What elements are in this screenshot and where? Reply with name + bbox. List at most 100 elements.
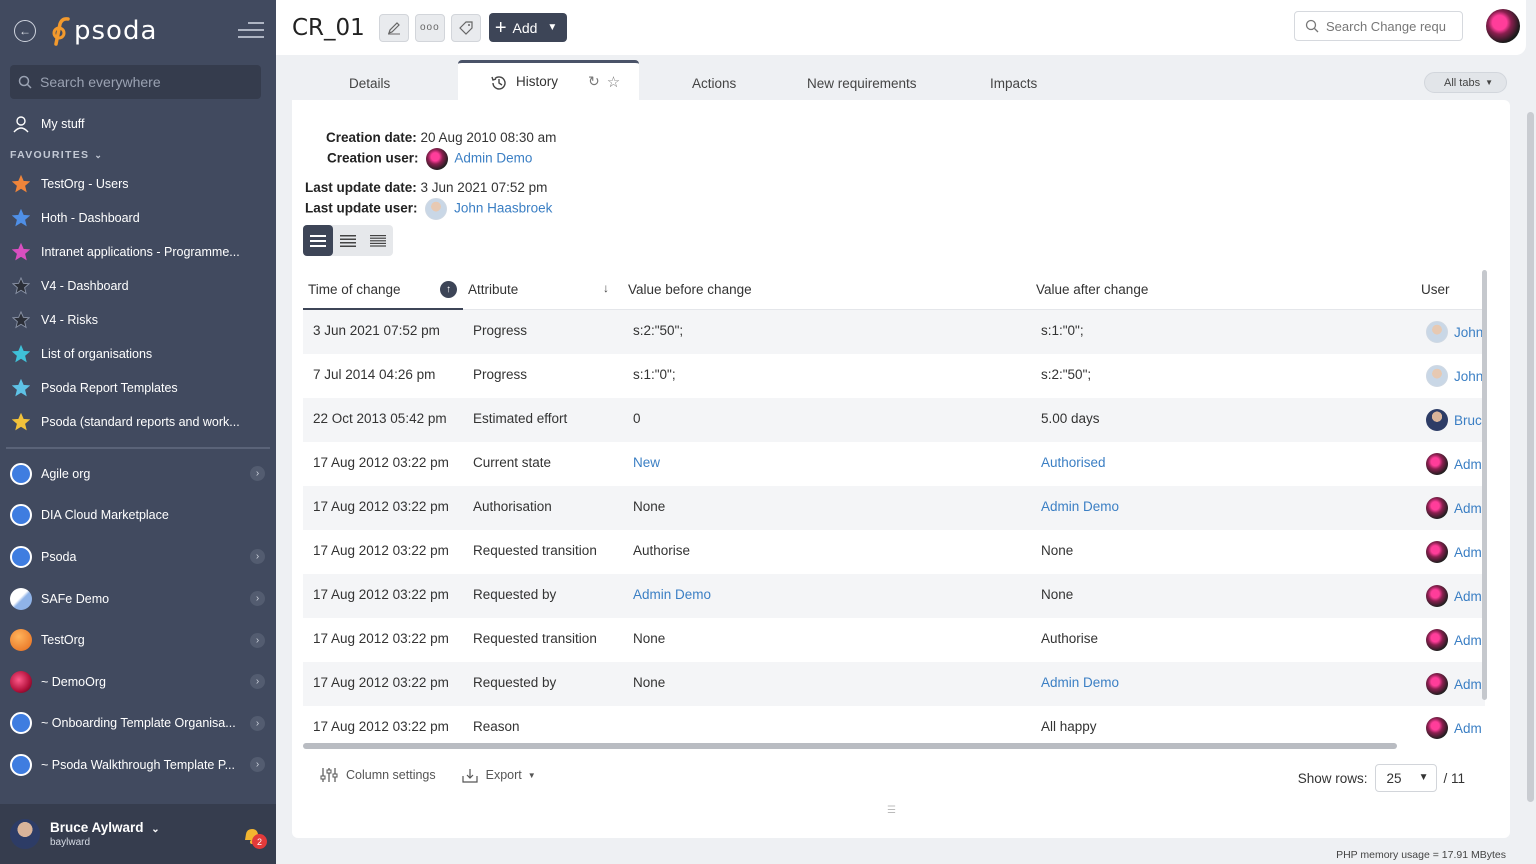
cell-user[interactable]: Adm <box>1426 453 1482 475</box>
user-link[interactable]: Adm <box>1454 457 1482 472</box>
cell-value-after[interactable]: Admin Demo <box>1041 499 1119 514</box>
cell-user[interactable]: Adm <box>1426 629 1482 651</box>
page-scrollbar[interactable] <box>1527 112 1534 802</box>
record-search-input[interactable]: Search Change requ <box>1294 11 1463 41</box>
chevron-right-icon[interactable]: › <box>250 674 265 690</box>
table-row[interactable]: 7 Jul 2014 04:26 pm Progress s:1:"0"; s:2:"… <box>303 354 1485 398</box>
sidebar-favourite-item[interactable]: Psoda (standard reports and work... <box>0 405 276 439</box>
table-row[interactable]: 17 Aug 2012 03:22 pm Requested transition… <box>303 618 1485 662</box>
menu-collapse-icon[interactable] <box>238 22 264 38</box>
table-row[interactable]: 17 Aug 2012 03:22 pm Authorisation None Adm… <box>303 486 1485 530</box>
export-button[interactable]: Export ▼ <box>462 767 536 783</box>
user-link[interactable]: Adm <box>1454 677 1482 692</box>
density-comfortable-button[interactable] <box>303 225 333 256</box>
table-row[interactable]: 22 Oct 2013 05:42 pm Estimated effort 0 5.0… <box>303 398 1485 442</box>
cell-user[interactable]: Bruc <box>1426 409 1482 431</box>
tag-button[interactable] <box>450 13 481 42</box>
table-row[interactable]: 17 Aug 2012 03:22 pm Current state New Auth… <box>303 442 1485 486</box>
cell-user[interactable]: Adm <box>1426 673 1482 695</box>
sidebar-org-item[interactable]: Agile org › <box>0 453 276 495</box>
cell-value-after[interactable]: Authorised <box>1041 455 1106 470</box>
chevron-right-icon[interactable]: › <box>250 591 265 607</box>
cell-value-before[interactable]: New <box>633 455 660 470</box>
tab-history[interactable]: History ↻ ☆ <box>458 60 639 100</box>
user-link[interactable]: Adm <box>1454 589 1482 604</box>
all-tabs-dropdown[interactable]: All tabs ▼ <box>1424 72 1507 93</box>
user-link[interactable]: Bruc <box>1454 413 1482 428</box>
sidebar-org-item[interactable]: TestOrg › <box>0 619 276 661</box>
sidebar-favourite-item[interactable]: TestOrg - Users <box>0 167 276 201</box>
user-link[interactable]: Adm <box>1454 721 1482 736</box>
user-link[interactable]: John <box>1454 369 1483 384</box>
cell-user[interactable]: Adm <box>1426 585 1482 607</box>
sidebar-org-item[interactable]: ~ Onboarding Template Organisa... › <box>0 703 276 745</box>
star-icon[interactable]: ☆ <box>607 73 620 91</box>
table-row[interactable]: 17 Aug 2012 03:22 pm Requested by Admin De… <box>303 574 1485 618</box>
sidebar-favourite-item[interactable]: V4 - Dashboard <box>0 269 276 303</box>
chevron-right-icon[interactable]: › <box>250 466 265 482</box>
notifications-bell-icon[interactable]: 2 <box>242 826 267 849</box>
cell-value-after[interactable]: Admin Demo <box>1041 675 1119 690</box>
sidebar-org-item[interactable]: ~ DemoOrg › <box>0 661 276 703</box>
refresh-icon[interactable]: ↻ <box>588 73 600 90</box>
sidebar-favourite-item[interactable]: Hoth - Dashboard <box>0 201 276 235</box>
column-header-value-after[interactable]: Value after change <box>1036 282 1148 297</box>
add-button[interactable]: + Add ▼ <box>488 13 568 42</box>
user-link[interactable]: John <box>1454 325 1483 340</box>
column-header-value-before[interactable]: Value before change <box>628 282 752 297</box>
edit-button[interactable] <box>378 13 409 42</box>
sort-descending-icon[interactable]: ↓ <box>603 281 609 295</box>
sidebar-org-item[interactable]: Psoda › <box>0 536 276 578</box>
psoda-logo[interactable]: psoda <box>50 16 157 46</box>
chevron-right-icon[interactable]: › <box>250 549 265 565</box>
table-row[interactable]: 3 Jun 2021 07:52 pm Progress s:2:"50"; s:1:… <box>303 310 1485 354</box>
column-header-time[interactable]: Time of change <box>308 282 401 297</box>
sidebar-favourite-item[interactable]: List of organisations <box>0 337 276 371</box>
cell-user[interactable]: Adm <box>1426 497 1482 519</box>
tab-details[interactable]: Details <box>349 66 390 100</box>
table-horizontal-scrollbar[interactable] <box>303 743 1397 749</box>
more-options-button[interactable]: ooo <box>414 13 445 42</box>
tab-new-requirements[interactable]: New requirements <box>807 66 917 100</box>
cell-value-before[interactable]: Admin Demo <box>633 587 711 602</box>
sidebar-org-item[interactable]: ~ Psoda Walkthrough Template P... › <box>0 744 276 786</box>
last-update-user-link[interactable]: John Haasbroek <box>454 201 552 216</box>
cell-user[interactable]: John <box>1426 365 1483 387</box>
sidebar-favourite-item[interactable]: Intranet applications - Programme... <box>0 235 276 269</box>
sidebar-favourite-item[interactable]: Psoda Report Templates <box>0 371 276 405</box>
density-normal-button[interactable] <box>333 225 363 256</box>
sort-ascending-icon[interactable]: ↑ <box>440 281 457 298</box>
avatar[interactable] <box>10 819 40 849</box>
chevron-right-icon[interactable]: › <box>250 632 265 648</box>
cell-user[interactable]: Adm <box>1426 541 1482 563</box>
favourites-header[interactable]: FAVOURITES ⌄ <box>0 143 276 167</box>
sidebar-user-panel[interactable]: Bruce Aylward ⌄ baylward 2 <box>0 804 276 864</box>
rows-per-page-select[interactable]: 25 ▼ <box>1375 764 1438 792</box>
resize-grip-icon[interactable]: ☰ <box>887 805 896 816</box>
table-row[interactable]: 17 Aug 2012 03:22 pm Requested transition… <box>303 530 1485 574</box>
sidebar-search-input[interactable]: Search everywhere <box>10 65 261 99</box>
user-link[interactable]: Adm <box>1454 501 1482 516</box>
chevron-right-icon[interactable]: › <box>250 757 265 773</box>
column-settings-button[interactable]: Column settings <box>320 767 436 783</box>
avatar[interactable] <box>1486 9 1520 43</box>
tab-actions[interactable]: Actions <box>692 66 736 100</box>
cell-user[interactable]: John <box>1426 321 1483 343</box>
column-header-user[interactable]: User <box>1421 282 1450 297</box>
sidebar-user-info[interactable]: Bruce Aylward ⌄ baylward <box>50 820 160 848</box>
sidebar-org-item[interactable]: SAFe Demo › <box>0 578 276 620</box>
back-arrow-icon[interactable]: ← <box>14 20 36 42</box>
column-header-attribute[interactable]: Attribute <box>468 282 518 297</box>
chevron-right-icon[interactable]: › <box>250 715 265 731</box>
table-vertical-scrollbar[interactable] <box>1482 270 1487 700</box>
sidebar-favourite-item[interactable]: V4 - Risks <box>0 303 276 337</box>
cell-user[interactable]: Adm <box>1426 717 1482 739</box>
user-link[interactable]: Adm <box>1454 545 1482 560</box>
sidebar-item-my-stuff[interactable]: My stuff <box>0 107 276 141</box>
creation-user-link[interactable]: Admin Demo <box>454 151 532 166</box>
sidebar-org-item[interactable]: DIA Cloud Marketplace <box>0 495 276 537</box>
user-link[interactable]: Adm <box>1454 633 1482 648</box>
density-compact-button[interactable] <box>363 225 393 256</box>
table-row[interactable]: 17 Aug 2012 03:22 pm Requested by None Admi… <box>303 662 1485 706</box>
tab-impacts[interactable]: Impacts <box>990 66 1037 100</box>
